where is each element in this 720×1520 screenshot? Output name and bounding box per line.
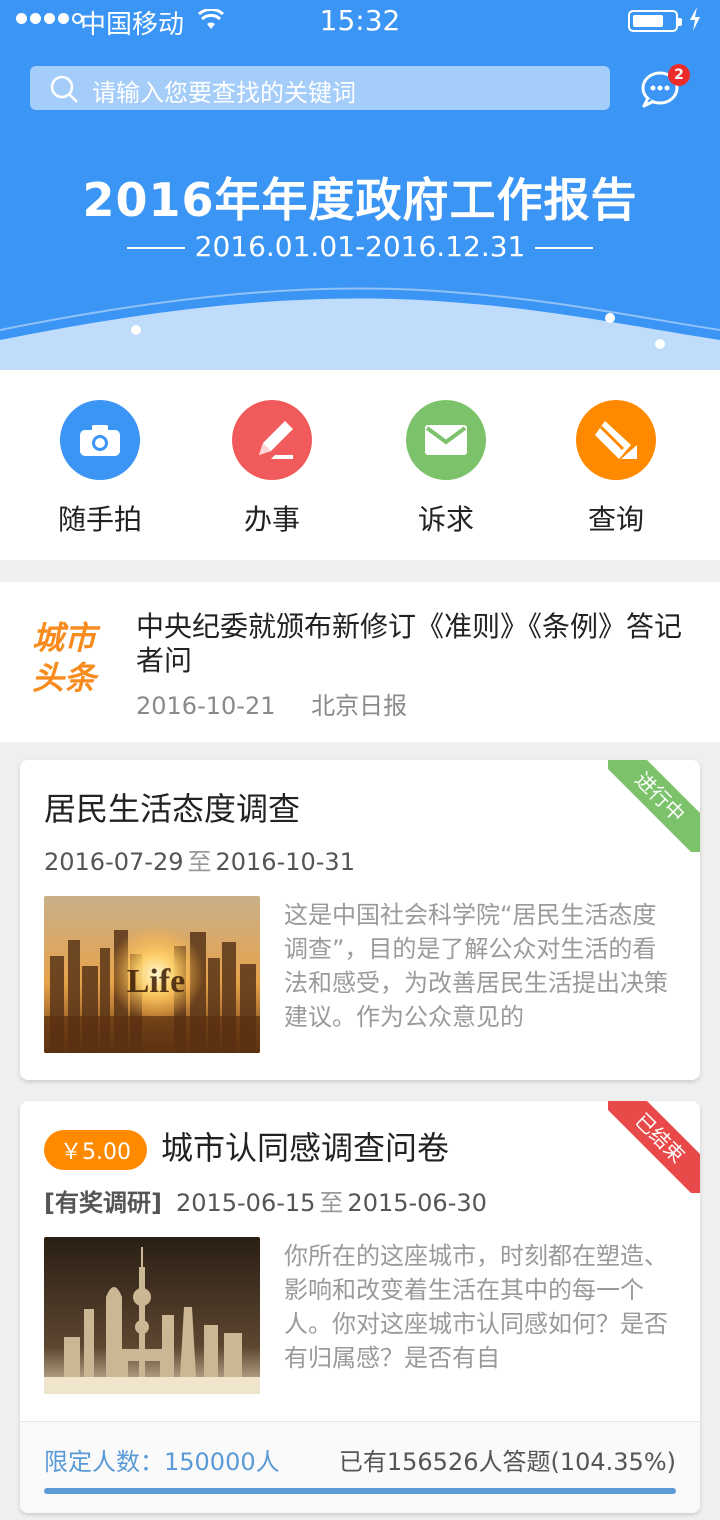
camera-icon xyxy=(60,400,140,480)
action-label: 办事 xyxy=(243,503,300,536)
headline-title[interactable]: 中央纪委就颁布新修订《准则》《条例》答记者问 xyxy=(136,610,696,678)
search-placeholder: 请输入您要查找的关键词 xyxy=(92,79,356,107)
status-bar: 中国移动 15:32 xyxy=(0,0,720,44)
survey-description: 你所在的这座城市，时刻都在塑造、影响和改变着生活在其中的每一个人。你对这座城市认… xyxy=(284,1242,668,1372)
headline-logo-line1: 城市 xyxy=(32,619,97,657)
survey-date-range: [有奖调研] 2015-06-15 至 2015-06-30 xyxy=(44,1183,487,1218)
survey-start-date: 2016-07-29 xyxy=(44,848,184,876)
reward-price-badge: ￥5.00 xyxy=(44,1130,147,1170)
survey-description: 这是中国社会科学院“居民生活态度调查”，目的是了解公众对生活的看法和感受，为改善… xyxy=(284,901,668,1031)
survey-title: 居民生活态度调查 xyxy=(44,790,301,828)
status-ribbon: 已结束 xyxy=(608,1101,700,1193)
survey-image-text: Life xyxy=(127,963,186,1000)
wave-decoration xyxy=(0,287,720,370)
survey-date-separator: 至 xyxy=(319,1189,344,1217)
survey-image xyxy=(44,1237,260,1394)
pen-icon xyxy=(232,400,312,480)
survey-card[interactable]: 已结束 ￥5.00 城市认同感调查问卷 [有奖调研] 2015-06-15 至 2015… xyxy=(20,1101,700,1513)
headline-meta: 2016-10-21 北京日报 xyxy=(136,686,407,721)
answer-count: 已有156526人答题(104.35%) xyxy=(338,1448,676,1476)
participant-limit: 限定人数：150000人 xyxy=(44,1448,280,1476)
banner-date-range-text: 2016.01.01-2016.12.31 xyxy=(194,230,526,263)
headline-logo: 城市 头条 xyxy=(32,618,112,698)
action-services-button[interactable]: 办事 xyxy=(212,400,332,538)
action-label: 查询 xyxy=(587,503,644,536)
status-ribbon: 进行中 xyxy=(608,760,700,852)
charging-icon xyxy=(688,6,702,39)
survey-start-date: 2015-06-15 xyxy=(175,1189,316,1217)
action-appeal-button[interactable]: 诉求 xyxy=(386,400,506,538)
survey-date-range: 2016-07-29 至 2016-10-31 xyxy=(44,842,355,877)
survey-image: Life xyxy=(44,896,260,1053)
quick-actions: 随手拍 办事 诉求 查询 xyxy=(0,370,720,560)
action-label: 随手拍 xyxy=(57,503,142,536)
header-banner: 中国移动 15:32 请输入您要查找的关键词 2 2016年年度政府工作报告 2 xyxy=(0,0,720,370)
survey-date-separator: 至 xyxy=(187,848,212,876)
battery-icon xyxy=(628,10,682,32)
action-photo-button[interactable]: 随手拍 xyxy=(40,400,160,538)
action-label: 诉求 xyxy=(417,503,474,536)
status-badge: 进行中 xyxy=(608,760,700,852)
status-badge: 已结束 xyxy=(608,1101,700,1193)
participation-progress-bar xyxy=(44,1488,676,1494)
banner-title[interactable]: 2016年年度政府工作报告 xyxy=(0,164,720,230)
clock: 15:32 xyxy=(319,4,401,37)
message-count-badge: 2 xyxy=(668,64,690,86)
headline-date: 2016-10-21 xyxy=(136,692,276,720)
banner-date-range: 2016.01.01-2016.12.31 xyxy=(0,230,720,263)
survey-end-date: 2015-06-30 xyxy=(347,1189,487,1217)
survey-end-date: 2016-10-31 xyxy=(215,848,355,876)
action-query-button[interactable]: 查询 xyxy=(556,400,676,538)
search-input[interactable]: 请输入您要查找的关键词 xyxy=(30,66,610,110)
messages-button[interactable]: 2 xyxy=(640,64,690,110)
headline-logo-line2: 头条 xyxy=(32,659,97,697)
survey-tag: [有奖调研] xyxy=(44,1189,162,1217)
survey-card[interactable]: 进行中 居民生活态度调查 2016-07-29 至 2016-10-31 Lif… xyxy=(20,760,700,1080)
search-icon xyxy=(50,75,80,109)
headline-source: 北京日报 xyxy=(311,692,408,720)
envelope-icon xyxy=(406,400,486,480)
survey-stats: 限定人数：150000人 已有156526人答题(104.35%) xyxy=(20,1421,700,1513)
city-headline[interactable]: 城市 头条 中央纪委就颁布新修订《准则》《条例》答记者问 2016-10-21 … xyxy=(0,582,720,742)
clip-icon xyxy=(576,400,656,480)
survey-title-row: ￥5.00 城市认同感调查问卷 xyxy=(44,1123,449,1170)
survey-title: 城市认同感调查问卷 xyxy=(161,1129,450,1167)
